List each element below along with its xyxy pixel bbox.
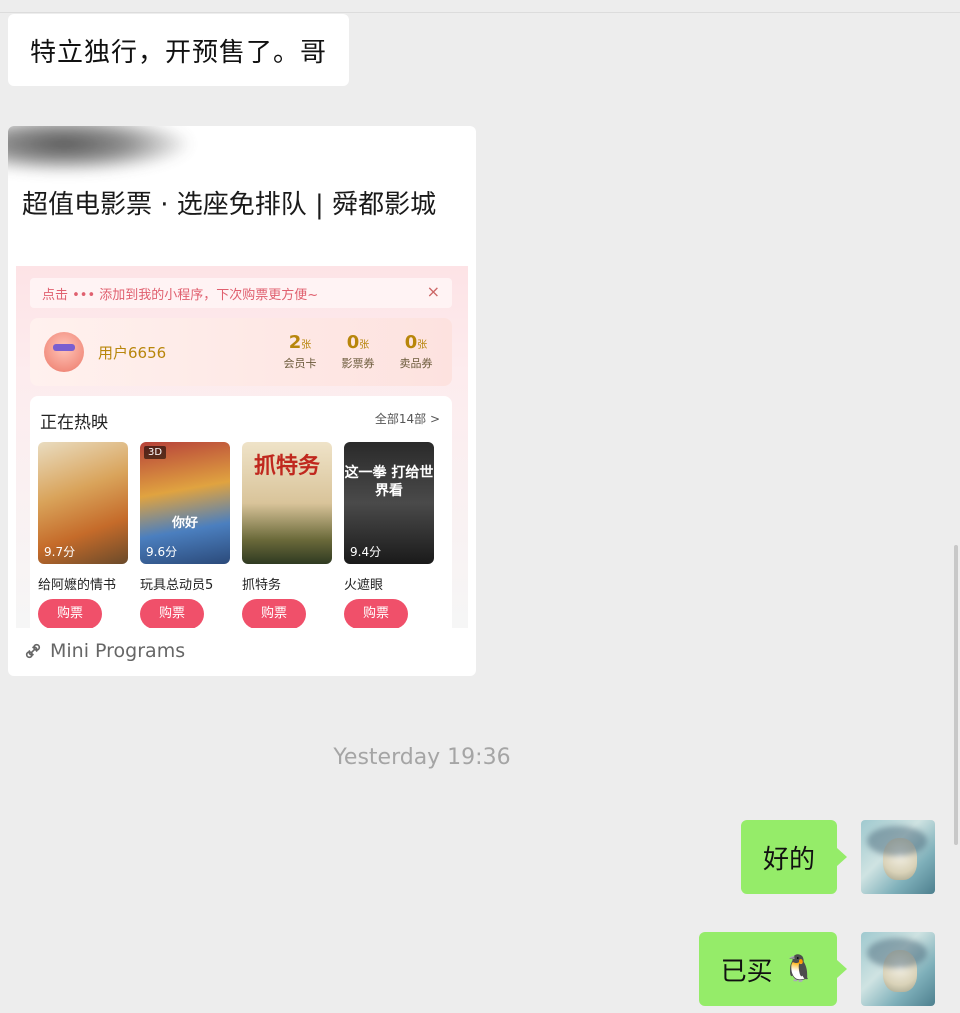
penguin-emoji-icon: 🐧 xyxy=(782,954,815,984)
message-timestamp: Yesterday 19:36 xyxy=(333,745,511,770)
now-showing-panel: 正在热映 全部14部 > 9.7分 给阿嬷的情书 购票 3D 你好 9.6分 玩… xyxy=(30,396,452,628)
outgoing-message-bubble[interactable]: 已买 🐧 xyxy=(698,932,848,1006)
buy-ticket-button: 购票 xyxy=(140,599,204,628)
movie-poster: 3D 你好 9.6分 xyxy=(140,442,230,564)
blurred-sender-name xyxy=(8,126,194,174)
stat-member-card: 2张 会员卡 xyxy=(283,332,317,370)
movie-item: 9.7分 给阿嬷的情书 购票 xyxy=(38,442,128,628)
tip-text: 点击 ••• 添加到我的小程序，下次购票更方便~ xyxy=(42,287,319,303)
all-movies-link: 全部14部 > xyxy=(374,412,440,426)
mini-program-preview: 点击 ••• 添加到我的小程序，下次购票更方便~ × 用户6656 2张 会员卡… xyxy=(16,266,468,628)
movie-item: 抓特务 抓特务 购票 xyxy=(242,442,332,628)
movie-score: 9.4分 xyxy=(350,545,382,559)
user-name: 用户6656 xyxy=(98,344,167,362)
movie-poster: 抓特务 xyxy=(242,442,332,564)
incoming-message-bubble[interactable]: 特立独行，开预售了。哥 xyxy=(8,14,350,86)
outgoing-message-text: 已买 xyxy=(720,956,773,987)
self-avatar[interactable] xyxy=(861,932,935,1006)
buy-ticket-button: 购票 xyxy=(242,599,306,628)
movie-name: 玩具总动员5 xyxy=(140,578,214,593)
mini-program-title: 超值电影票 · 选座免排队 | 舜都影城 xyxy=(22,190,437,220)
buy-ticket-button: 购票 xyxy=(38,599,102,628)
add-to-my-programs-tip: 点击 ••• 添加到我的小程序，下次购票更方便~ × xyxy=(30,278,452,308)
movie-poster-text: 你好 xyxy=(171,516,198,531)
mini-program-label: Mini Programs xyxy=(50,640,186,662)
outgoing-message-text: 好的 xyxy=(762,844,815,875)
movie-name: 抓特务 xyxy=(242,578,282,593)
tip-close-icon: × xyxy=(426,282,440,301)
scrollbar[interactable] xyxy=(954,545,958,845)
movie-name: 给阿嬷的情书 xyxy=(38,578,117,593)
mini-program-card[interactable]: 超值电影票 · 选座免排队 | 舜都影城 点击 ••• 添加到我的小程序，下次购… xyxy=(8,126,476,676)
mini-program-footer: Mini Programs xyxy=(24,640,185,662)
buy-ticket-button: 购票 xyxy=(344,599,408,628)
incoming-message-text: 特立独行，开预售了。哥 xyxy=(30,37,328,68)
user-avatar xyxy=(44,332,84,372)
movie-poster: 这一拳 打给世界看 9.4分 xyxy=(344,442,434,564)
movie-name: 火遮眼 xyxy=(344,578,384,593)
movie-poster: 9.7分 xyxy=(38,442,128,564)
movie-item: 3D 你好 9.6分 玩具总动员5 购票 xyxy=(140,442,230,628)
movie-score: 9.7分 xyxy=(44,545,76,559)
mini-program-link-icon xyxy=(25,643,41,659)
self-avatar[interactable] xyxy=(861,820,935,894)
user-info-card: 用户6656 2张 会员卡 0张 影票券 0张 卖品券 xyxy=(30,318,452,386)
movie-item: 这一拳 打给世界看 9.4分 火遮眼 购票 xyxy=(344,442,434,628)
movie-poster-text: 抓特务 xyxy=(253,454,320,479)
outgoing-message-bubble[interactable]: 好的 xyxy=(740,820,848,894)
movie-poster-text: 这一拳 打给世界看 xyxy=(344,465,434,499)
movie-3d-badge: 3D xyxy=(144,446,167,459)
stat-ticket-coupon: 0张 影票券 xyxy=(341,332,375,370)
top-divider xyxy=(0,12,960,13)
movie-score: 9.6分 xyxy=(146,545,178,559)
stat-snack-coupon: 0张 卖品券 xyxy=(399,332,433,370)
now-showing-title: 正在热映 xyxy=(40,413,108,433)
